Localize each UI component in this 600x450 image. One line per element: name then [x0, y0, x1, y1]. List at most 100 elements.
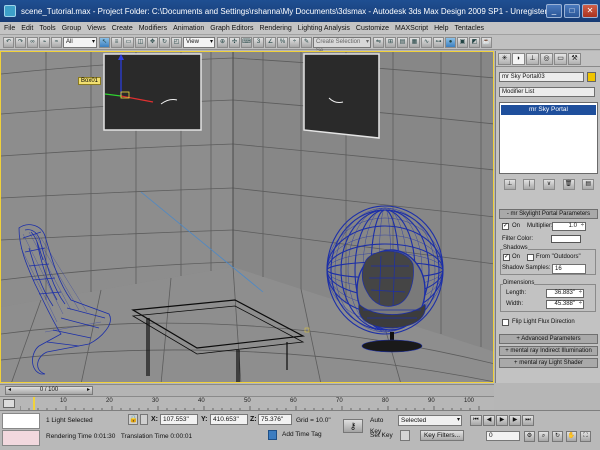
x-coordinate-field[interactable]: 107.553": [160, 414, 198, 425]
set-key-icon[interactable]: ⚷: [343, 419, 363, 433]
width-spinner[interactable]: 45.388": [546, 300, 584, 309]
rectangular-selection-icon[interactable]: ▭: [123, 36, 134, 48]
percent-snap-icon[interactable]: %: [277, 36, 288, 48]
keyboard-shortcut-icon[interactable]: ⌨: [241, 36, 252, 48]
select-manipulate-icon[interactable]: ✣: [229, 36, 240, 48]
material-editor-icon[interactable]: ●: [445, 36, 456, 48]
selected-object-tag[interactable]: Box01: [78, 77, 102, 85]
display-tab-icon[interactable]: ▭: [554, 52, 567, 65]
curve-editor-icon[interactable]: ∿: [421, 36, 432, 48]
length-spinner[interactable]: 36.883": [546, 289, 584, 298]
menu-group[interactable]: Group: [62, 25, 81, 32]
modify-tab-icon[interactable]: ◗: [512, 52, 525, 65]
selection-lock-icon[interactable]: 🔒: [128, 414, 138, 425]
z-coordinate-field[interactable]: 75.376": [258, 414, 292, 425]
menu-maxscript[interactable]: MAXScript: [395, 25, 428, 32]
object-name-field[interactable]: mr Sky Portal03: [499, 72, 584, 82]
rollout-indirect-illumination[interactable]: + mental ray Indirect Illumination: [499, 346, 598, 356]
select-by-name-icon[interactable]: ≡: [111, 36, 122, 48]
spinner-snap-icon[interactable]: ÷: [289, 36, 300, 48]
maxscript-output[interactable]: [2, 430, 40, 446]
show-end-result-icon[interactable]: |: [523, 179, 536, 190]
time-config-icon[interactable]: ⚙: [524, 431, 535, 442]
menu-tools[interactable]: Tools: [39, 25, 55, 32]
key-mode-dropdown[interactable]: Selected: [398, 415, 462, 426]
link-icon[interactable]: ∞: [27, 36, 38, 48]
modifier-list-dropdown[interactable]: Modifier List: [499, 87, 595, 97]
remove-modifier-icon[interactable]: 🗑: [562, 179, 575, 190]
menu-customize[interactable]: Customize: [356, 25, 389, 32]
align-icon[interactable]: ⊞: [385, 36, 396, 48]
snaps-toggle-icon[interactable]: 3: [253, 36, 264, 48]
on-checkbox[interactable]: ✓: [502, 223, 509, 230]
absolute-mode-icon[interactable]: [140, 414, 148, 425]
configure-sets-icon[interactable]: ▤: [582, 179, 595, 190]
window-crossing-icon[interactable]: ◫: [135, 36, 146, 48]
menu-rendering[interactable]: Rendering: [259, 25, 291, 32]
add-time-tag[interactable]: Add Time Tag: [282, 431, 322, 438]
rollout-advanced-parameters[interactable]: + Advanced Parameters: [499, 334, 598, 344]
edit-named-selection-icon[interactable]: ✎: [301, 36, 312, 48]
add-time-tag-icon[interactable]: [268, 430, 277, 440]
menu-graph-editors[interactable]: Graph Editors: [210, 25, 253, 32]
select-rotate-icon[interactable]: ↻: [159, 36, 170, 48]
minimize-button[interactable]: _: [546, 4, 562, 18]
maximize-viewport-icon[interactable]: ⛶: [580, 431, 591, 442]
multiplier-spinner[interactable]: 1.0: [552, 222, 586, 231]
pin-stack-icon[interactable]: ⊥: [503, 179, 516, 190]
from-outdoors-checkbox[interactable]: [527, 254, 534, 261]
y-coordinate-field[interactable]: 410.653": [210, 414, 248, 425]
named-selection-sets-input[interactable]: Create Selection Se: [313, 36, 371, 54]
make-unique-icon[interactable]: ∨: [542, 179, 555, 190]
render-setup-icon[interactable]: ▣: [457, 36, 468, 48]
pivot-center-icon[interactable]: ⊕: [217, 36, 228, 48]
key-filter-icon[interactable]: [400, 430, 410, 441]
flip-flux-checkbox[interactable]: [502, 319, 509, 326]
shadow-samples-dropdown[interactable]: 16: [552, 264, 586, 274]
select-scale-icon[interactable]: ◰: [171, 36, 182, 48]
select-move-icon[interactable]: ✥: [147, 36, 158, 48]
unlink-icon[interactable]: ⌁: [39, 36, 50, 48]
zoom-icon[interactable]: ⌕: [538, 431, 549, 442]
perspective-viewport[interactable]: Box01: [0, 51, 494, 383]
selection-filter-dropdown[interactable]: All: [63, 36, 97, 48]
utilities-tab-icon[interactable]: ⚒: [568, 52, 581, 65]
go-to-end-icon[interactable]: ⏭: [522, 415, 534, 426]
time-slider-thumb[interactable]: 0 / 100: [5, 386, 93, 395]
auto-key-button[interactable]: Auto Key: [370, 415, 396, 435]
orbit-icon[interactable]: ↻: [552, 431, 563, 442]
create-tab-icon[interactable]: ✳: [498, 52, 511, 65]
current-frame-field[interactable]: 0: [486, 431, 520, 441]
app-icon[interactable]: [4, 5, 16, 17]
stack-item-mr-sky-portal[interactable]: mr Sky Portal: [501, 105, 596, 115]
hierarchy-tab-icon[interactable]: ⊥: [526, 52, 539, 65]
object-color-swatch[interactable]: [587, 72, 596, 82]
go-to-start-icon[interactable]: ⏮: [470, 415, 482, 426]
close-button[interactable]: ✕: [582, 4, 598, 18]
filter-color-swatch[interactable]: [551, 235, 581, 243]
menu-lighting-analysis[interactable]: Lighting Analysis: [298, 25, 350, 32]
render-production-icon[interactable]: ☕: [481, 36, 492, 48]
menu-create[interactable]: Create: [112, 25, 133, 32]
select-object-icon[interactable]: ↖: [99, 36, 110, 48]
redo-icon[interactable]: ↷: [15, 36, 26, 48]
rendered-frame-icon[interactable]: ◩: [469, 36, 480, 48]
rollout-light-shader[interactable]: + mental ray Light Shader: [499, 358, 598, 368]
shadows-on-checkbox[interactable]: ✓: [503, 254, 510, 261]
menu-file[interactable]: File: [4, 25, 15, 32]
bind-spacewarp-icon[interactable]: ≈: [51, 36, 62, 48]
pan-icon[interactable]: ✋: [566, 431, 577, 442]
maximize-button[interactable]: □: [564, 4, 580, 18]
mirror-icon[interactable]: ⇋: [373, 36, 384, 48]
menu-edit[interactable]: Edit: [21, 25, 33, 32]
previous-frame-icon[interactable]: ◀: [483, 415, 495, 426]
mini-curve-editor-icon[interactable]: [3, 399, 15, 408]
menu-tentacles[interactable]: Tentacles: [454, 25, 484, 32]
graphite-icon[interactable]: ▦: [409, 36, 420, 48]
menu-animation[interactable]: Animation: [173, 25, 204, 32]
menu-views[interactable]: Views: [87, 25, 106, 32]
menu-modifiers[interactable]: Modifiers: [139, 25, 167, 32]
layer-manager-icon[interactable]: ▤: [397, 36, 408, 48]
time-slider[interactable]: 0 / 100: [0, 384, 494, 396]
set-key-button[interactable]: Set Key: [370, 430, 396, 441]
